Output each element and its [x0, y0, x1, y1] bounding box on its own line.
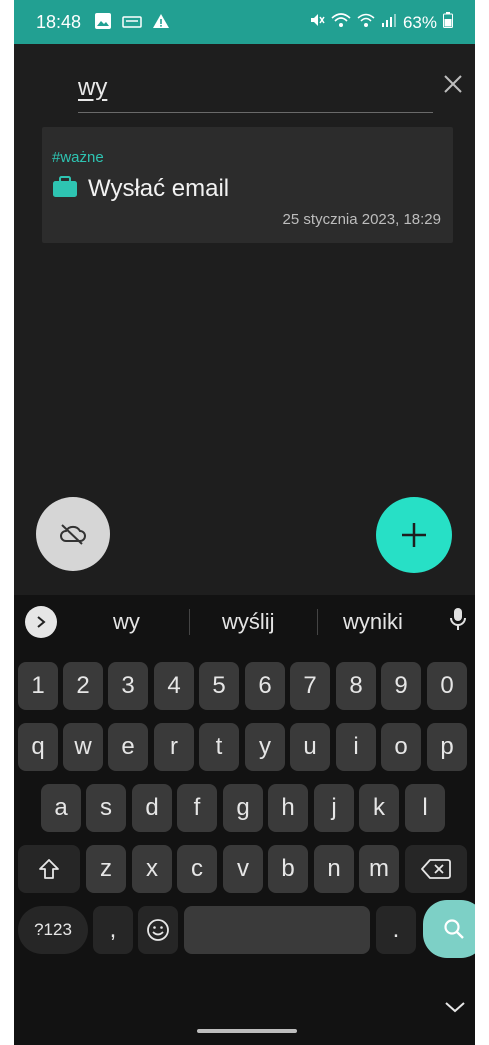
search-key[interactable]: [423, 900, 475, 958]
system-status-icons: 63%: [309, 12, 453, 33]
note-card[interactable]: #ważne Wysłać email 25 stycznia 2023, 18…: [42, 127, 453, 243]
key-d[interactable]: d: [132, 784, 172, 832]
suggestion-bar: wy wyślij wyniki: [14, 595, 475, 649]
suggestion-divider: [189, 609, 190, 635]
suggestion-3[interactable]: wyniki: [343, 609, 403, 635]
shift-icon: [39, 859, 59, 879]
backspace-key[interactable]: [405, 845, 467, 893]
microphone-icon[interactable]: [450, 607, 466, 636]
symbols-key[interactable]: ?123: [18, 906, 88, 954]
key-z[interactable]: z: [86, 845, 126, 893]
shift-key[interactable]: [18, 845, 80, 893]
plus-icon: [402, 523, 426, 547]
key-h[interactable]: h: [268, 784, 308, 832]
battery-icon: [443, 12, 453, 33]
cloud-sync-button[interactable]: [36, 497, 110, 571]
emoji-icon: [147, 919, 169, 941]
key-0[interactable]: 0: [427, 662, 467, 710]
phone-screen: 18:48 63% wy #ważne Wysłać email 25 styc…: [14, 0, 475, 1045]
note-date: 25 stycznia 2023, 18:29: [282, 211, 441, 228]
note-title-row: Wysłać email: [52, 175, 229, 203]
suggestion-divider: [317, 609, 318, 635]
clear-search-button[interactable]: [439, 70, 467, 98]
home-indicator[interactable]: [197, 1029, 297, 1033]
suggestion-1[interactable]: wy: [113, 609, 140, 635]
status-time: 18:48: [36, 12, 82, 32]
backspace-icon: [421, 859, 451, 879]
key-f[interactable]: f: [177, 784, 217, 832]
key-m[interactable]: m: [359, 845, 399, 893]
wifi-calling-icon: [357, 12, 375, 33]
key-4[interactable]: 4: [154, 662, 194, 710]
key-1[interactable]: 1: [18, 662, 58, 710]
key-e[interactable]: e: [108, 723, 148, 771]
notification-icons: [94, 12, 170, 35]
key-q[interactable]: q: [18, 723, 58, 771]
emoji-key[interactable]: [138, 906, 178, 954]
briefcase-icon: [52, 175, 78, 203]
key-w[interactable]: w: [63, 723, 103, 771]
key-k[interactable]: k: [359, 784, 399, 832]
cloud-off-icon: [60, 524, 86, 545]
key-l[interactable]: l: [405, 784, 445, 832]
battery-percentage: 63%: [402, 12, 437, 32]
tv-notification-icon: [122, 13, 142, 34]
image-notification-icon: [94, 12, 112, 35]
key-p[interactable]: p: [427, 723, 467, 771]
comma-key[interactable]: ,: [93, 906, 133, 954]
key-y[interactable]: y: [245, 723, 285, 771]
search-input[interactable]: wy: [78, 70, 433, 113]
key-9[interactable]: 9: [381, 662, 421, 710]
key-u[interactable]: u: [290, 723, 330, 771]
key-a[interactable]: a: [41, 784, 81, 832]
hide-keyboard-button[interactable]: [444, 1000, 466, 1019]
key-v[interactable]: v: [223, 845, 263, 893]
key-t[interactable]: t: [199, 723, 239, 771]
space-key[interactable]: [184, 906, 370, 954]
status-bar: 18:48 63%: [14, 0, 475, 44]
mute-icon: [309, 12, 325, 33]
signal-icon: [381, 12, 397, 33]
period-key[interactable]: .: [376, 906, 416, 954]
search-query: wy: [78, 74, 108, 101]
key-7[interactable]: 7: [290, 662, 330, 710]
key-r[interactable]: r: [154, 723, 194, 771]
chevron-right-icon: [37, 616, 46, 628]
search-icon: [444, 919, 464, 939]
key-6[interactable]: 6: [245, 662, 285, 710]
key-5[interactable]: 5: [199, 662, 239, 710]
expand-toolbar-button[interactable]: [25, 606, 57, 638]
wifi-icon: [331, 12, 351, 33]
key-i[interactable]: i: [336, 723, 376, 771]
key-c[interactable]: c: [177, 845, 217, 893]
key-j[interactable]: j: [314, 784, 354, 832]
key-s[interactable]: s: [86, 784, 126, 832]
key-n[interactable]: n: [314, 845, 354, 893]
close-icon: [444, 75, 462, 93]
note-title: Wysłać email: [88, 175, 230, 202]
add-note-button[interactable]: [376, 497, 452, 573]
key-o[interactable]: o: [381, 723, 421, 771]
keyboard: wy wyślij wyniki 1 2 3 4 5 6 7 8 9 0 q w…: [14, 595, 475, 1045]
key-3[interactable]: 3: [108, 662, 148, 710]
key-g[interactable]: g: [223, 784, 263, 832]
chevron-down-icon: [445, 1002, 465, 1013]
suggestion-2[interactable]: wyślij: [222, 609, 275, 635]
note-tag: #ważne: [52, 149, 104, 166]
key-b[interactable]: b: [268, 845, 308, 893]
key-2[interactable]: 2: [63, 662, 103, 710]
key-8[interactable]: 8: [336, 662, 376, 710]
warning-icon: [152, 13, 170, 34]
key-x[interactable]: x: [132, 845, 172, 893]
